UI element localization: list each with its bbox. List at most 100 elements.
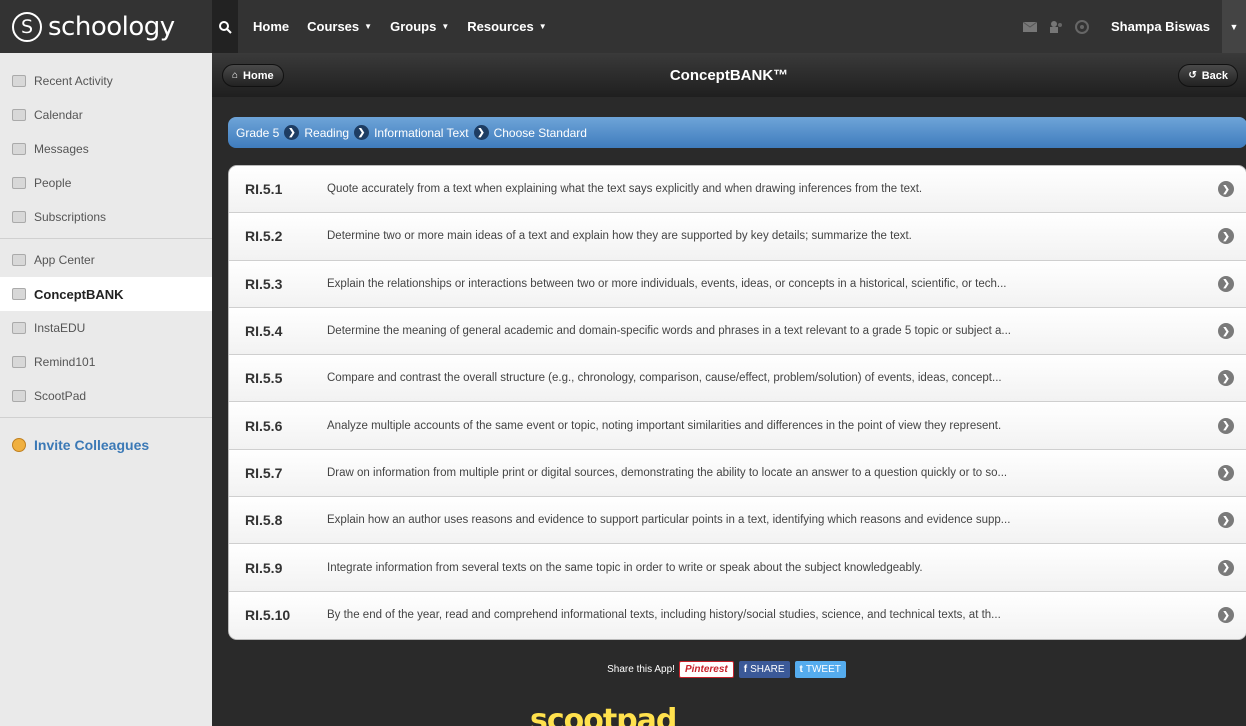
nav-courses-label: Courses (307, 19, 360, 34)
list-item[interactable]: RI.5.1 Quote accurately from a text when … (229, 166, 1246, 214)
chevron-right-icon: ❯ (1218, 323, 1234, 340)
sidebar-item-label: App Center (34, 253, 95, 267)
standard-text: Determine the meaning of general academi… (327, 325, 1011, 338)
sidebar-item-label: ScootPad (34, 389, 87, 403)
requests-icon[interactable] (1045, 20, 1067, 34)
standard-code: RI.5.2 (245, 228, 283, 245)
facebook-share-label: SHARE (750, 664, 785, 675)
sidebar-item-subscriptions[interactable]: Subscriptions (0, 200, 212, 234)
share-label: Share this App! (607, 664, 675, 675)
standard-code: RI.5.9 (245, 559, 283, 576)
sidebar-item-label: Remind101 (34, 355, 96, 369)
chevron-down-icon: ▼ (441, 22, 450, 31)
sidebar-item-label: Messages (34, 142, 89, 156)
home-button[interactable]: ⌂ Home (222, 64, 284, 87)
nav-groups[interactable]: Groups ▼ (381, 19, 458, 34)
sidebar-item-label: ConceptBANK (34, 286, 124, 302)
remind101-icon (12, 356, 26, 368)
invite-user-icon (12, 438, 26, 452)
top-navbar: S schoology Home Courses ▼ Groups ▼ Resour… (0, 0, 1246, 53)
sidebar-item-conceptbank[interactable]: ConceptBANK (0, 277, 212, 311)
twitter-share-label: TWEET (805, 664, 841, 675)
standard-text: Compare and contrast the overall structu… (327, 372, 1002, 385)
nav-courses[interactable]: Courses ▼ (298, 19, 381, 34)
page-title: ConceptBANK™ (669, 66, 789, 84)
back-icon: ↺ (1188, 70, 1197, 81)
main-panel: ⌂ Home ConceptBANK™ ↺ Back Grade 5 ❯ Readi… (212, 53, 1246, 726)
standard-code: RI.5.10 (245, 607, 291, 624)
back-button[interactable]: ↺ Back (1178, 64, 1238, 87)
sidebar-item-people[interactable]: People (0, 166, 212, 200)
sidebar-item-label: Recent Activity (34, 74, 113, 88)
breadcrumb: Grade 5 ❯ Reading ❯ Informational Text ❯… (228, 117, 1246, 148)
sidebar-item-calendar[interactable]: Calendar (0, 98, 212, 132)
standard-code: RI.5.4 (245, 323, 283, 340)
sidebar-item-label: Calendar (34, 108, 83, 122)
sidebar-item-scootpad[interactable]: ScootPad (0, 379, 212, 413)
chevron-right-icon: ❯ (1218, 464, 1234, 481)
invite-colleagues-link[interactable]: Invite Colleagues (0, 428, 212, 462)
pinterest-button[interactable]: Pinterest (678, 661, 734, 678)
list-item[interactable]: RI.5.2 Determine two or more main ideas o… (229, 213, 1246, 261)
sidebar-item-recent-activity[interactable]: Recent Activity (0, 64, 212, 98)
people-icon (12, 177, 26, 189)
home-button-label: Home (243, 69, 274, 82)
sidebar-item-label: Subscriptions (34, 210, 107, 224)
sidebar-item-app-center[interactable]: App Center (0, 243, 212, 277)
search-icon[interactable] (212, 0, 238, 53)
list-item[interactable]: RI.5.5 Compare and contrast the overall s… (229, 355, 1246, 403)
facebook-icon: f (743, 664, 748, 675)
breadcrumb-category[interactable]: Informational Text (374, 126, 469, 140)
nav-right: Shampa Biswas ▼ (1019, 0, 1246, 53)
app-center-icon (12, 254, 26, 266)
sidebar-item-label: People (34, 176, 72, 190)
list-item[interactable]: RI.5.6 Analyze multiple accounts of the s… (229, 402, 1246, 450)
standard-code: RI.5.8 (245, 512, 283, 529)
list-item[interactable]: RI.5.3 Explain the relationships or inter… (229, 260, 1246, 308)
chevron-right-icon: ❯ (1218, 370, 1234, 387)
schoology-logo[interactable]: S schoology (0, 0, 212, 53)
logo-text: schoology (48, 11, 175, 42)
standard-text: Explain how an author uses reasons and e… (327, 514, 1011, 527)
standards-list: RI.5.1 Quote accurately from a text when … (228, 165, 1246, 640)
twitter-icon: t (799, 664, 803, 675)
facebook-share-button[interactable]: f SHARE (738, 661, 790, 678)
chevron-right-icon: ❯ (1218, 559, 1234, 576)
sidebar-item-instaedu[interactable]: InstaEDU (0, 311, 212, 345)
list-item[interactable]: RI.5.9 Integrate information from several… (229, 544, 1246, 592)
standard-text: Determine two or more main ideas of a te… (327, 230, 912, 243)
chevron-right-icon: ❯ (1218, 512, 1234, 529)
nav-home-label: Home (253, 19, 290, 34)
user-name[interactable]: Shampa Biswas (1097, 19, 1222, 34)
breadcrumb-grade[interactable]: Grade 5 (236, 126, 279, 140)
sidebar-item-messages[interactable]: Messages (0, 132, 212, 166)
nav-home[interactable]: Home (244, 19, 298, 34)
chevron-right-icon: ❯ (473, 125, 489, 140)
sidebar-item-remind101[interactable]: Remind101 (0, 345, 212, 379)
notifications-icon[interactable] (1071, 19, 1093, 34)
sidebar: Recent Activity Calendar Messages People… (0, 53, 212, 726)
list-item[interactable]: RI.5.7 Draw on information from multiple … (229, 449, 1246, 498)
standard-code: RI.5.6 (245, 417, 283, 434)
share-bar: Share this App! Pinterest f SHARE t TWEET (212, 661, 1246, 678)
subscriptions-icon (12, 211, 26, 223)
nav-resources[interactable]: Resources ▼ (458, 19, 555, 34)
sidebar-divider (0, 417, 212, 418)
breadcrumb-subject[interactable]: Reading (304, 126, 349, 140)
twitter-share-button[interactable]: t TWEET (794, 661, 846, 678)
standard-code: RI.5.1 (245, 181, 283, 198)
standard-code: RI.5.5 (245, 370, 283, 387)
logo-s-icon: S (12, 11, 42, 42)
list-item[interactable]: RI.5.8 Explain how an author uses reasons… (229, 497, 1246, 545)
main-nav: Home Courses ▼ Groups ▼ Resources ▼ (244, 19, 556, 34)
list-item[interactable]: RI.5.10 By the end of the year, read and … (229, 591, 1246, 639)
messages-icon (12, 143, 26, 155)
conceptbank-icon (12, 288, 26, 300)
sidebar-divider (0, 238, 212, 239)
messages-icon[interactable] (1019, 20, 1041, 34)
sidebar-item-label: InstaEDU (34, 321, 86, 335)
chevron-right-icon: ❯ (1218, 275, 1234, 292)
breadcrumb-current: Choose Standard (493, 125, 587, 140)
list-item[interactable]: RI.5.4 Determine the meaning of general a… (229, 307, 1246, 356)
user-menu-dropdown[interactable]: ▼ (1222, 0, 1246, 53)
